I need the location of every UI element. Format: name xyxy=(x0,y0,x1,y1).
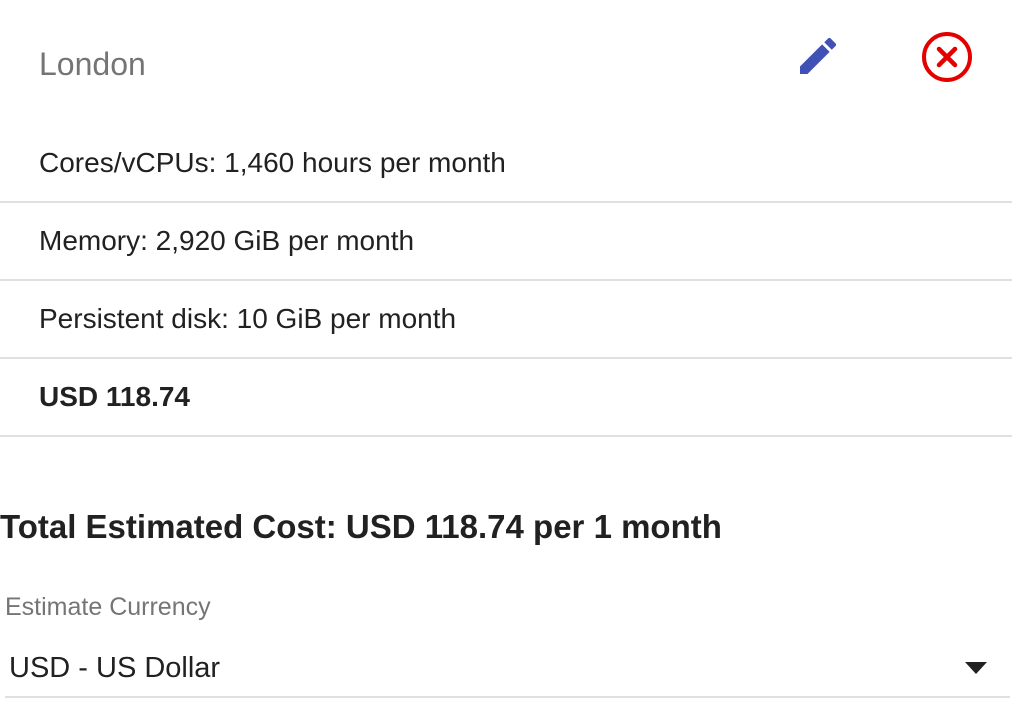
close-circle-icon xyxy=(922,32,972,82)
line-item-cores: Cores/vCPUs: 1,460 hours per month xyxy=(0,125,1012,203)
dropdown-arrow-icon xyxy=(965,662,987,674)
estimate-line-items: Cores/vCPUs: 1,460 hours per month Memor… xyxy=(0,125,1012,437)
currency-selected-value: USD - US Dollar xyxy=(9,652,221,684)
line-item-memory: Memory: 2,920 GiB per month xyxy=(0,203,1012,281)
line-item-persistent-disk: Persistent disk: 10 GiB per month xyxy=(0,281,1012,359)
line-item-subtotal: USD 118.74 xyxy=(0,359,1012,437)
currency-label: Estimate Currency xyxy=(5,593,211,621)
pencil-icon xyxy=(800,37,837,74)
currency-select[interactable]: USD - US Dollar xyxy=(5,640,1010,698)
region-title: London xyxy=(39,46,146,82)
estimate-card-header: London xyxy=(0,0,1012,125)
remove-button[interactable] xyxy=(918,28,976,86)
edit-button[interactable] xyxy=(790,30,846,82)
total-estimated-cost: Total Estimated Cost: USD 118.74 per 1 m… xyxy=(0,508,722,545)
